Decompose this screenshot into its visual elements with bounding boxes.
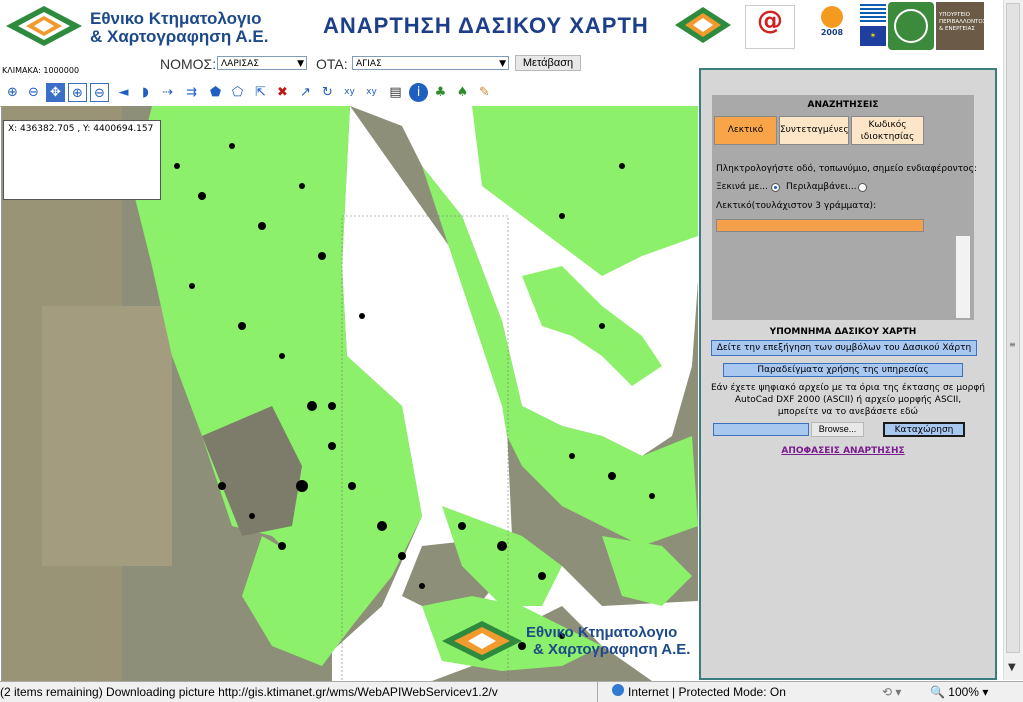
nomos-label: ΝΟΜΟΣ: — [160, 56, 217, 72]
polygon-icon[interactable]: ⬟ — [206, 83, 225, 102]
hellas-year: 2008 — [820, 28, 844, 37]
refresh-icon[interactable]: ↻ — [318, 83, 337, 102]
legend-title: ΥΠΟΜΝΗΜΑ ΔΑΣΙΚΟΥ ΧΑΡΤΗ — [769, 327, 917, 337]
submit-button[interactable]: Καταχώρηση — [883, 422, 965, 437]
upload-text-3: μπορείτε να το ανεβάσετε εδώ — [777, 407, 919, 417]
measure-line-icon[interactable]: ⇉ — [182, 83, 201, 102]
map-watermark-line1: Εθνικο Κτηματολογιο — [526, 624, 678, 641]
forward-icon[interactable]: ◗ — [136, 83, 155, 102]
eu-flag-icon: ✶ — [860, 26, 886, 46]
coordinates-panel: X: 436382.705 , Y: 4400694.157 — [3, 120, 161, 200]
starts-with-radio[interactable] — [771, 183, 780, 192]
search-instructions: Πληκτρολογήστε οδό, τοπωνύμιο, σημείο εν… — [716, 164, 977, 174]
org-name-line1: Εθνικο Κτηματολογιο — [90, 9, 262, 28]
identify-xy-icon[interactable]: xy — [340, 83, 359, 102]
browser-status-bar: (2 items remaining) Downloading picture … — [0, 681, 1023, 702]
pan-icon[interactable]: ✥ — [46, 83, 65, 102]
hellas-2008-logo-icon: 2008 — [812, 4, 852, 48]
measure-distance-icon[interactable]: ⇢ — [158, 83, 177, 102]
scrollbar-grip-icon: ≡ — [1009, 340, 1016, 349]
zoom-box-out-icon[interactable]: ⊖ — [90, 83, 109, 102]
search-title: ΑΝΑΖΗΤΗΣΕΙΣ — [807, 100, 879, 110]
epsilon-logo-icon: @ — [745, 5, 795, 49]
decisions-link[interactable]: ΑΠΟΦΑΣΕΙΣ ΑΝΑΡΤΗΣΗΣ — [712, 446, 974, 456]
upload-text-2: AutoCad DXF 2000 (ASCII) ή αρχείο μορφής… — [734, 395, 962, 405]
brush-icon[interactable]: ✎ — [475, 83, 494, 102]
goto-xy-icon[interactable]: xy — [362, 83, 381, 102]
scroll-down-arrow-icon[interactable]: ▼ — [1008, 662, 1016, 673]
scrollbar-thumb[interactable] — [1006, 3, 1020, 653]
zoom-out-icon[interactable]: ⊖ — [24, 83, 43, 102]
ota-label: ΟΤΑ: — [316, 56, 348, 72]
internet-globe-icon — [612, 684, 624, 696]
zoom-in-icon[interactable]: ⊕ — [3, 83, 22, 102]
contains-radio[interactable] — [858, 183, 867, 192]
tree-icon[interactable]: ♣ — [431, 83, 450, 102]
map-watermark-line2: & Χαρτογραφηση Α.Ε. — [533, 641, 691, 658]
search-text-input[interactable] — [716, 219, 924, 232]
legend-symbols-button[interactable]: Δείτε την επεξήγηση των συμβόλων του Δασ… — [711, 340, 977, 356]
ministry-emblem-icon — [888, 2, 934, 50]
tab-property-code[interactable]: Κωδικός ιδιοκτησίας — [851, 116, 924, 145]
file-path-input[interactable] — [713, 423, 809, 436]
zoom-box-in-icon[interactable]: ⊕ — [68, 83, 87, 102]
examples-button[interactable]: Παραδείγματα χρήσης της υπηρεσίας — [723, 363, 963, 377]
epsilon-logo-text: @ — [757, 6, 783, 36]
greek-flag-icon — [860, 4, 886, 22]
coordinates-readout: X: 436382.705 , Y: 4400694.157 — [8, 124, 154, 134]
search-text-hint: Λεκτικό(τουλάχιστον 3 γράμματα): — [716, 201, 877, 211]
page-scrollbar[interactable]: ≡ ▼ — [1003, 0, 1023, 680]
nomos-select[interactable]: ΛΑΡΙΣΑΣ ▼ — [217, 56, 307, 70]
back-icon[interactable]: ◄ — [114, 83, 133, 102]
results-scrollbar[interactable] — [956, 236, 970, 318]
upload-text-1: Εάν έχετε ψηφιακό αρχείο με τα όρια της … — [710, 383, 985, 393]
org-name-line2: & Χαρτογραφηση Α.Ε. — [90, 27, 269, 46]
ktimatologio-logo-icon — [6, 6, 82, 46]
ota-select[interactable]: ΑΓΙΑΣ ▼ — [352, 56, 509, 70]
chevron-down-icon: ▼ — [297, 59, 304, 69]
ministry-name-block: ΥΠΟΥΡΓΕΙΟ ΠΕΡΙΒΑΛΛΟΝΤΟΣ & ΕΝΕΡΓΕΙΑΣ — [936, 2, 986, 50]
ktimatologio-small-logo-icon — [675, 7, 731, 43]
page-title: ΑΝΑΡΤΗΣΗ ΔΑΣΙΚΟΥ ΧΑΡΤΗ — [323, 13, 649, 38]
print-icon[interactable]: ▤ — [386, 83, 405, 102]
protected-mode-icon[interactable]: ⟲ ▾ — [882, 685, 901, 699]
trees-icon[interactable]: ♠ — [453, 83, 472, 102]
map-scale-label: ΚΛΙΜΑΚΑ: 1000000 — [2, 66, 80, 75]
status-message: (2 items remaining) Downloading picture … — [0, 685, 498, 699]
select-polygon-icon[interactable]: ⬠ — [228, 83, 247, 102]
ota-select-value: ΑΓΙΑΣ — [356, 59, 382, 69]
clear-icon[interactable]: ✖ — [273, 83, 292, 102]
go-button[interactable]: Μετάβαση — [515, 55, 581, 71]
map-toolbar: ⊕ ⊖ ✥ ⊕ ⊖ ◄ ◗ ⇢ ⇉ ⬟ ⬠ ⇱ ✖ ↗ ↻ xy xy ▤ i … — [0, 80, 697, 107]
tab-text-search[interactable]: Λεκτικό — [714, 116, 777, 145]
search-results-list[interactable] — [716, 236, 970, 318]
page-header: Εθνικο Κτηματολογιο & Χαρτογραφηση Α.Ε. … — [0, 0, 1023, 62]
select-pointer-icon[interactable]: ⇱ — [251, 83, 270, 102]
starts-with-label: Ξεκινά με... — [716, 182, 768, 192]
browse-button[interactable]: Browse... — [811, 422, 864, 437]
tab-coordinates[interactable]: Συντεταγμένες — [779, 116, 849, 145]
zoom-level[interactable]: 🔍 100% ▾ — [930, 685, 988, 699]
chevron-down-icon: ▼ — [499, 59, 506, 69]
zoom-value: 100% — [948, 685, 979, 699]
select-arrow-icon[interactable]: ↗ — [296, 83, 315, 102]
info-icon[interactable]: i — [409, 83, 428, 102]
contains-label: Περιλαμβάνει... — [786, 182, 857, 192]
security-zone: Internet | Protected Mode: On — [628, 685, 786, 699]
nomos-select-value: ΛΑΡΙΣΑΣ — [221, 59, 259, 69]
